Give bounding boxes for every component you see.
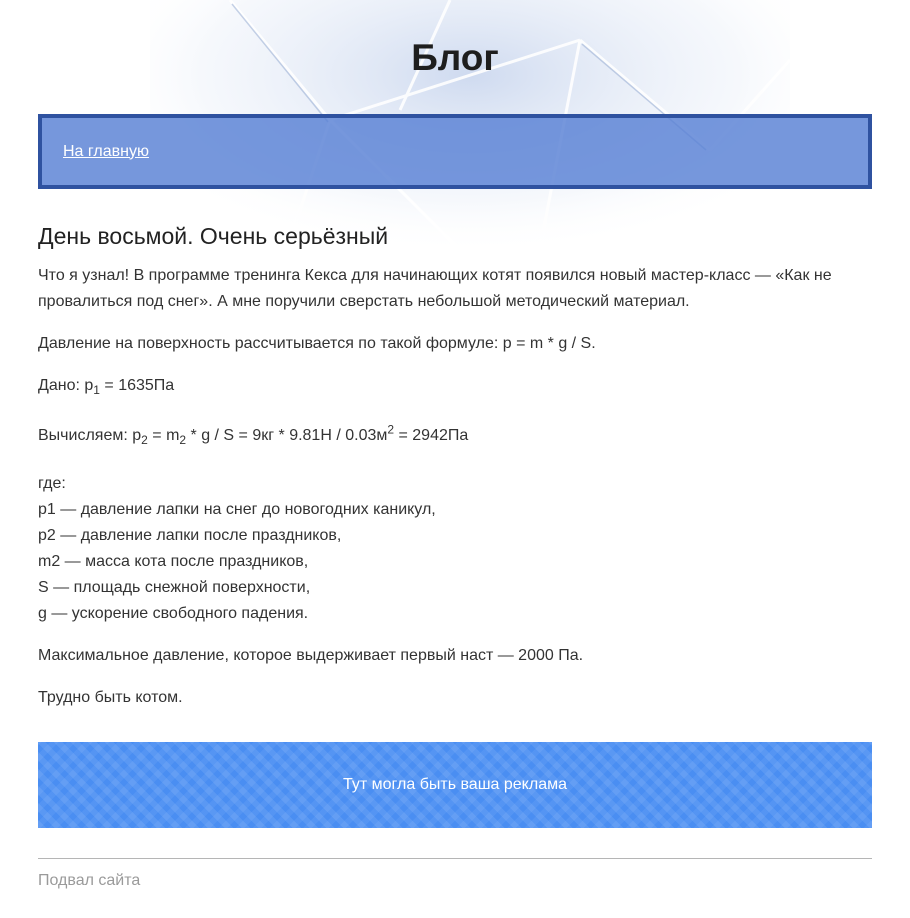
post-given: Дано: p1 = 1635Па (38, 373, 872, 399)
footer-text: Подвал сайта (38, 872, 141, 889)
where-item: p2 — давление лапки после праздников, (38, 527, 342, 544)
site-footer: Подвал сайта (38, 858, 872, 890)
post-max-pressure: Максимальное давление, которое выдержива… (38, 647, 584, 664)
given-value: = 1635Па (99, 377, 175, 394)
post-calculation: Вычисляем: p2 = m2 * g / S = 9кг * 9.81Н… (38, 423, 872, 449)
post-formula: Давление на поверхность рассчитывается п… (38, 335, 596, 352)
advertisement-banner[interactable]: Тут могла быть ваша реклама (38, 742, 872, 828)
where-item: p1 — давление лапки на снег до новогодни… (38, 501, 436, 518)
post-intro: Что я узнал! В программе тренинга Кекса … (38, 267, 832, 310)
post-conclusion: Трудно быть котом. (38, 689, 183, 706)
home-link[interactable]: На главную (63, 143, 149, 161)
where-item: m2 — масса кота после праздников, (38, 553, 309, 570)
main-navigation: На главную (38, 114, 872, 189)
calc-p-subscript: 2 (141, 433, 148, 448)
where-label: где: (38, 475, 66, 492)
post-where-list: где: p1 — давление лапки на снег до ново… (38, 471, 872, 627)
calc-result: = 2942Па (394, 427, 469, 444)
advertisement-text: Тут могла быть ваша реклама (343, 776, 567, 793)
site-title: Блог (411, 37, 499, 78)
post-title: День восьмой. Очень серьёзный (38, 223, 389, 249)
given-label: Дано: p (38, 377, 94, 394)
page-container: Блог На главную День восьмой. Очень серь… (38, 0, 872, 890)
calc-mid2: * g / S = 9кг * 9.81Н / 0.03м (186, 427, 388, 444)
post-body: Что я узнал! В программе тренинга Кекса … (38, 263, 872, 711)
where-item: g — ускорение свободного падения. (38, 605, 309, 622)
calc-mid: = m (147, 427, 180, 444)
where-item: S — площадь снежной поверхности, (38, 579, 311, 596)
given-subscript: 1 (93, 383, 100, 398)
calc-prefix: Вычисляем: p (38, 427, 142, 444)
